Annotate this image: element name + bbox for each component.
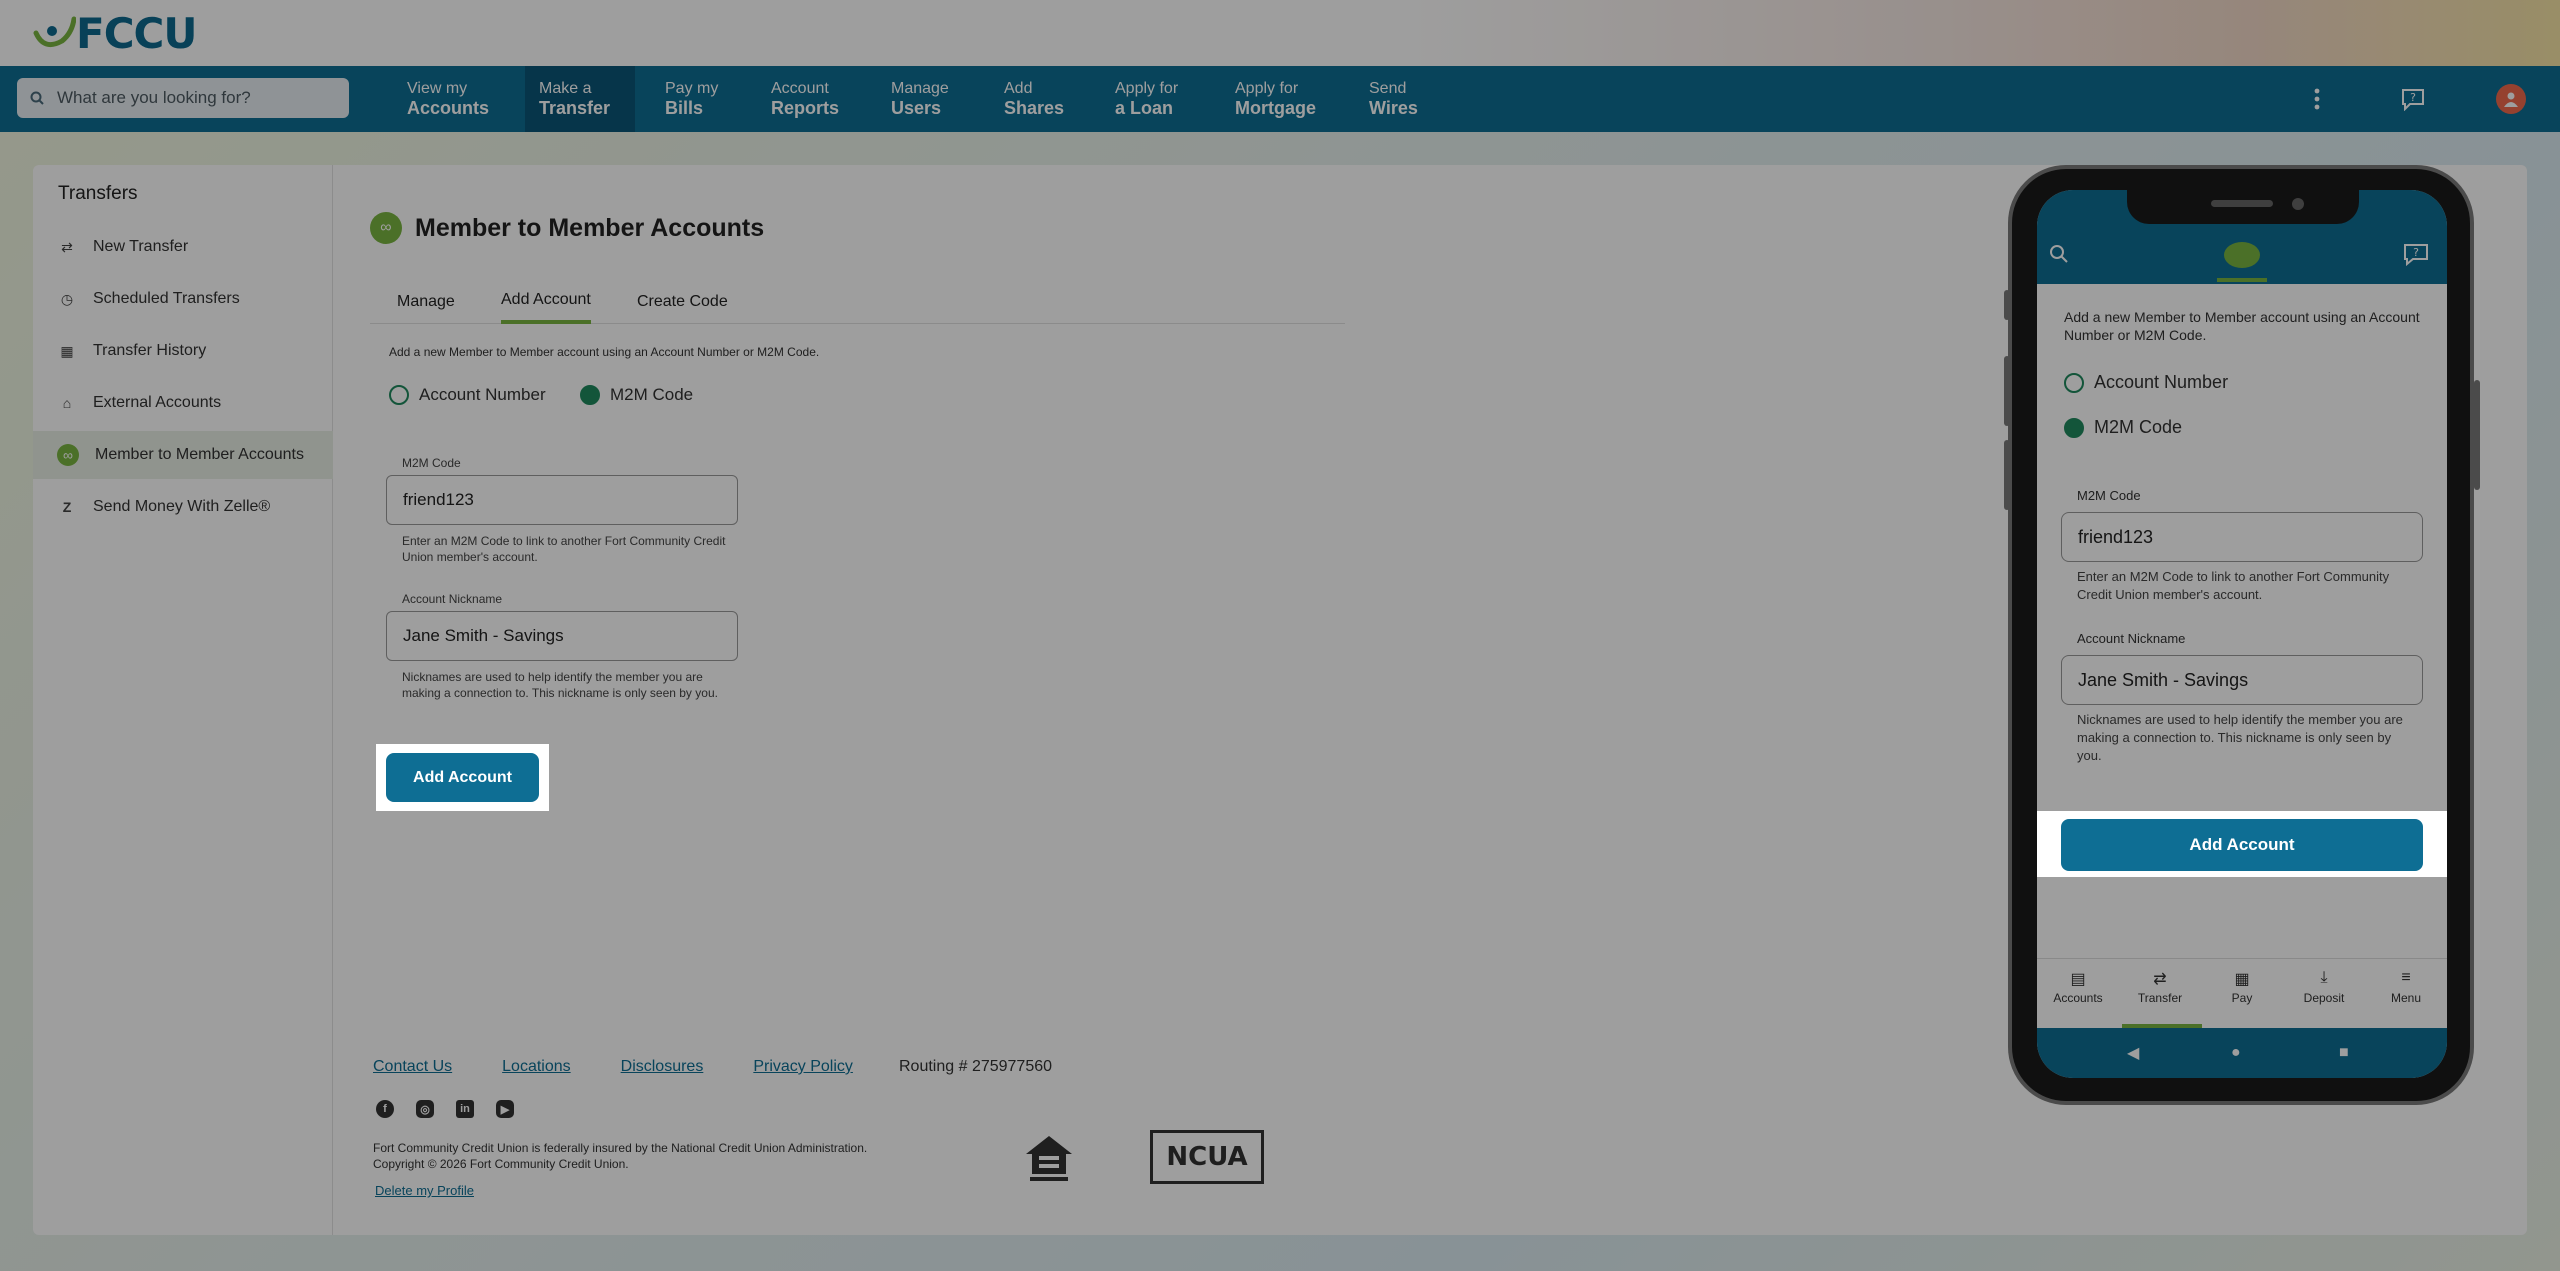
phone-add-account-button[interactable]: Add Account (2061, 819, 2423, 871)
dim-overlay (0, 0, 2560, 1271)
add-account-button[interactable]: Add Account (386, 753, 539, 802)
